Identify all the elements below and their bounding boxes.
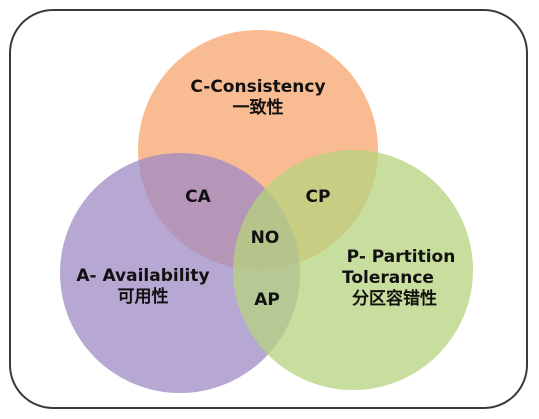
consistency-title: C-Consistency: [190, 77, 326, 97]
partition-title-line2: Tolerance: [342, 268, 434, 288]
ca-intersection-label: CA: [185, 187, 211, 207]
center-intersection-label: NO: [250, 228, 280, 248]
consistency-subtitle: 一致性: [232, 98, 284, 118]
ap-intersection-label: AP: [254, 290, 280, 310]
partition-tolerance-label: P- Partition Tolerance 分区容错性: [336, 247, 466, 310]
availability-title: A- Availability: [76, 266, 210, 286]
cp-intersection-label: CP: [305, 187, 331, 207]
partition-title-line1: P- Partition: [346, 247, 456, 267]
consistency-label: C-Consistency 一致性: [188, 77, 328, 119]
partition-subtitle: 分区容错性: [352, 289, 437, 309]
cap-venn-diagram: [60, 30, 473, 393]
availability-label: A- Availability 可用性: [68, 266, 218, 308]
availability-subtitle: 可用性: [117, 287, 169, 307]
